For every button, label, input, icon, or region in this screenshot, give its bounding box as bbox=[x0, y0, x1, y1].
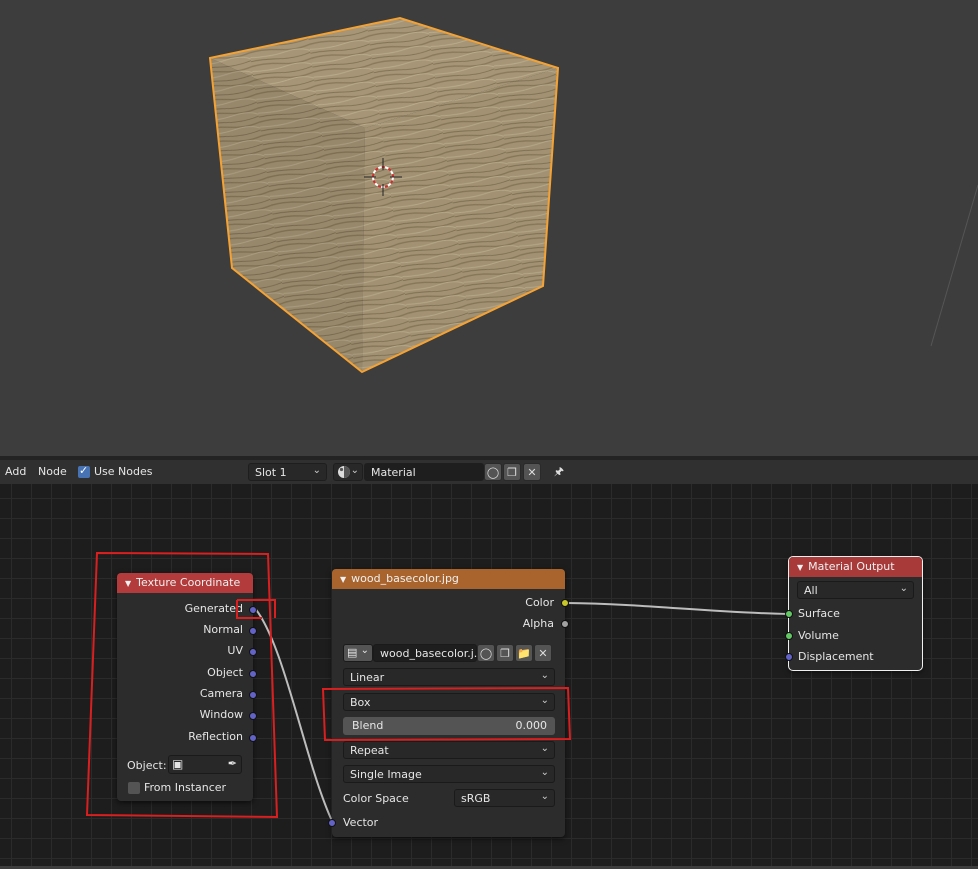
chevron-down-icon: ⌄ bbox=[312, 465, 321, 476]
socket-volume[interactable] bbox=[785, 632, 793, 640]
projection-value: Box bbox=[350, 696, 371, 709]
viewport-canvas bbox=[208, 16, 978, 374]
use-nodes-label[interactable]: Use Nodes bbox=[94, 465, 153, 478]
output-normal-label: Normal bbox=[203, 623, 243, 636]
object-picker-field[interactable]: ▣ ✒ bbox=[168, 755, 242, 774]
chevron-down-icon: ⌄ bbox=[360, 645, 369, 656]
fake-user-shield-icon[interactable]: ◯ bbox=[477, 644, 495, 662]
material-name: Material bbox=[371, 466, 416, 479]
socket-generated[interactable] bbox=[249, 606, 257, 614]
duplicate-icon[interactable]: ❐ bbox=[503, 463, 521, 481]
extension-value: Repeat bbox=[350, 744, 389, 757]
output-object-label: Object bbox=[207, 666, 243, 679]
color-space-label: Color Space bbox=[343, 792, 409, 805]
target-value: All bbox=[804, 584, 818, 597]
node-editor-canvas[interactable]: ▼ Texture Coordinate Generated Normal UV … bbox=[0, 484, 978, 866]
socket-object[interactable] bbox=[249, 670, 257, 678]
collapse-triangle-icon[interactable]: ▼ bbox=[340, 575, 346, 584]
blend-value: 0.000 bbox=[515, 719, 548, 732]
socket-color[interactable] bbox=[561, 599, 569, 607]
output-color-label: Color bbox=[525, 596, 554, 609]
image-name-field[interactable]: wood_basecolor.j... bbox=[373, 644, 484, 662]
target-dropdown[interactable]: All ⌄ bbox=[797, 581, 914, 599]
texture-coordinate-title: Texture Coordinate bbox=[136, 576, 241, 589]
chevron-down-icon: ⌄ bbox=[540, 670, 549, 681]
input-volume-label: Volume bbox=[798, 629, 839, 642]
input-vector-label: Vector bbox=[343, 816, 379, 829]
menu-add[interactable]: Add bbox=[5, 465, 26, 478]
socket-uv[interactable] bbox=[249, 648, 257, 656]
socket-reflection[interactable] bbox=[249, 734, 257, 742]
collapse-triangle-icon[interactable]: ▼ bbox=[797, 563, 803, 572]
unlink-x-icon[interactable]: ✕ bbox=[534, 644, 552, 662]
open-folder-icon[interactable]: 📁 bbox=[515, 644, 533, 662]
input-displacement-label: Displacement bbox=[798, 650, 874, 663]
color-space-value: sRGB bbox=[461, 792, 491, 805]
socket-vector[interactable] bbox=[328, 819, 336, 827]
from-instancer-label[interactable]: From Instancer bbox=[144, 781, 226, 794]
unlink-x-icon[interactable]: ✕ bbox=[523, 463, 541, 481]
socket-alpha[interactable] bbox=[561, 620, 569, 628]
image-texture-header[interactable]: ▼ wood_basecolor.jpg bbox=[332, 569, 565, 589]
camera-edge-line bbox=[930, 184, 978, 347]
color-space-dropdown[interactable]: sRGB ⌄ bbox=[454, 789, 555, 807]
texture-coordinate-header[interactable]: ▼ Texture Coordinate bbox=[117, 573, 253, 593]
material-sphere-icon bbox=[338, 466, 350, 478]
chevron-down-icon: ⌄ bbox=[540, 791, 549, 802]
slot-value: Slot 1 bbox=[255, 466, 287, 479]
eyedropper-icon[interactable]: ✒ bbox=[228, 757, 237, 770]
interpolation-value: Linear bbox=[350, 671, 385, 684]
object-square-icon: ▣ bbox=[172, 757, 184, 771]
socket-displacement[interactable] bbox=[785, 653, 793, 661]
input-surface-label: Surface bbox=[798, 607, 840, 620]
chevron-down-icon: ⌄ bbox=[540, 743, 549, 754]
chevron-down-icon: ⌄ bbox=[540, 767, 549, 778]
material-output-node[interactable]: ▼ Material Output All ⌄ Surface Volume Di… bbox=[785, 556, 923, 671]
link-generated-to-vector bbox=[253, 606, 334, 824]
pin-icon[interactable]: 🖈 bbox=[550, 463, 568, 481]
object-field-label: Object: bbox=[127, 759, 167, 772]
material-name-field[interactable]: Material bbox=[364, 463, 484, 481]
image-name: wood_basecolor.j... bbox=[380, 647, 485, 660]
image-texture-node[interactable]: ▼ wood_basecolor.jpg Color Alpha ▤ ⌄ wood… bbox=[328, 569, 569, 837]
menu-node[interactable]: Node bbox=[38, 465, 67, 478]
output-window-label: Window bbox=[199, 708, 243, 721]
3d-viewport[interactable] bbox=[0, 0, 978, 456]
node-editor-header: Add Node Use Nodes Slot 1 ⌄ ⌄ Material ◯… bbox=[0, 460, 978, 484]
source-value: Single Image bbox=[350, 768, 422, 781]
output-generated-label: Generated bbox=[184, 602, 243, 615]
socket-window[interactable] bbox=[249, 712, 257, 720]
slot-dropdown[interactable]: Slot 1 ⌄ bbox=[248, 463, 327, 481]
chevron-down-icon: ⌄ bbox=[899, 583, 908, 594]
material-browse-button[interactable]: ⌄ bbox=[333, 463, 363, 481]
socket-normal[interactable] bbox=[249, 627, 257, 635]
extension-dropdown[interactable]: Repeat ⌄ bbox=[343, 741, 555, 759]
blend-label: Blend bbox=[352, 719, 384, 732]
blend-slider[interactable]: Blend 0.000 bbox=[343, 717, 555, 735]
texture-coordinate-node[interactable]: ▼ Texture Coordinate Generated Normal UV … bbox=[117, 573, 257, 801]
material-output-title: Material Output bbox=[808, 560, 895, 573]
image-texture-title: wood_basecolor.jpg bbox=[351, 572, 459, 585]
output-camera-label: Camera bbox=[199, 687, 243, 700]
output-uv-label: UV bbox=[227, 644, 243, 657]
source-dropdown[interactable]: Single Image ⌄ bbox=[343, 765, 555, 783]
output-reflection-label: Reflection bbox=[188, 730, 243, 743]
material-output-header[interactable]: ▼ Material Output bbox=[789, 557, 922, 577]
from-instancer-checkbox[interactable] bbox=[128, 782, 140, 794]
fake-user-shield-icon[interactable]: ◯ bbox=[484, 463, 502, 481]
chevron-down-icon: ⌄ bbox=[350, 465, 359, 476]
socket-camera[interactable] bbox=[249, 691, 257, 699]
interpolation-dropdown[interactable]: Linear ⌄ bbox=[343, 668, 555, 686]
image-browse-button[interactable]: ▤ ⌄ bbox=[343, 644, 373, 662]
collapse-triangle-icon[interactable]: ▼ bbox=[125, 579, 131, 588]
image-icon: ▤ bbox=[347, 646, 358, 659]
link-color-to-surface bbox=[565, 602, 789, 615]
projection-dropdown[interactable]: Box ⌄ bbox=[343, 693, 555, 711]
use-nodes-checkbox[interactable] bbox=[78, 464, 90, 478]
chevron-down-icon: ⌄ bbox=[540, 695, 549, 706]
duplicate-icon[interactable]: ❐ bbox=[496, 644, 514, 662]
output-alpha-label: Alpha bbox=[522, 617, 554, 630]
socket-surface[interactable] bbox=[785, 610, 793, 618]
